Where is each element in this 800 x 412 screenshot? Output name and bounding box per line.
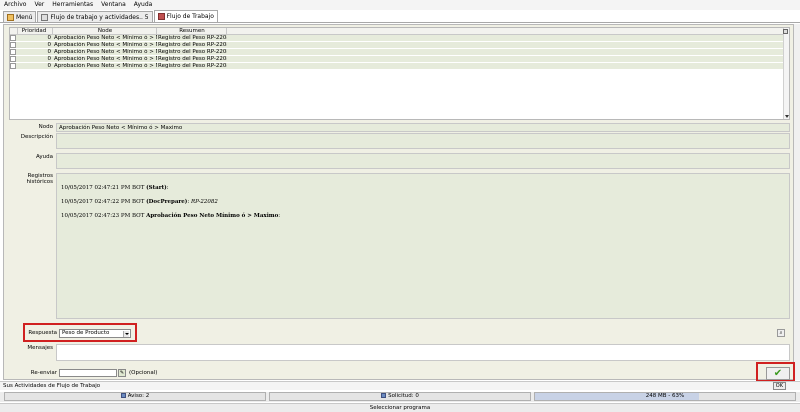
mensajes-field[interactable] [56, 344, 790, 361]
cell-node: Aprobación Peso Neto < Mínimo ó > Maximo [54, 35, 157, 41]
respuesta-value: Peso de Producto [62, 330, 110, 336]
reenviar-field[interactable] [59, 369, 117, 377]
program-status: Seleccionar programa [0, 403, 800, 412]
tab-flujo-actividades-label: Flujo de trabajo y actividades.. 5 [50, 13, 149, 21]
tab-flujo-actividades[interactable]: Flujo de trabajo y actividades.. 5 [37, 11, 153, 22]
cell-node: Aprobación Peso Neto < Mínimo ó > Maximo [54, 42, 157, 48]
tab-strip: Menú Flujo de trabajo y actividades.. 5 … [0, 10, 800, 23]
tab-flujo-trabajo[interactable]: Flujo de Trabajo [153, 10, 218, 22]
history-entry: 10/05/2017 02:47:21 PM BOT (Start): [61, 185, 169, 191]
window-scrollbar[interactable] [794, 24, 800, 380]
column-resumen[interactable]: Resumen [157, 28, 227, 34]
respuesta-label: Respuesta [28, 330, 57, 336]
row-checkbox[interactable] [10, 56, 16, 62]
table-row[interactable]: 0 Aprobación Peso Neto < Mínimo ó > Maxi… [10, 35, 789, 42]
historicos-label: Registros históricos [26, 173, 53, 185]
tab-menu[interactable]: Menú [3, 11, 37, 22]
history-entry: 10/05/2017 02:47:22 PM BOT (DocPrepare):… [61, 199, 218, 205]
checkmark-icon: ✔ [773, 367, 783, 379]
status-bar: Aviso: 2 Solicitud: 0 248 MB - 63% [0, 392, 800, 402]
menu-archivo[interactable]: Archivo [4, 0, 26, 10]
tab-flujo-trabajo-label: Flujo de Trabajo [166, 13, 214, 20]
chevron-down-icon[interactable] [123, 331, 129, 337]
solicitud-text: Solicitud: 0 [388, 393, 419, 399]
history-entry: 10/05/2017 02:47:23 PM BOT Aprobación Pe… [61, 213, 281, 219]
history-log: 10/05/2017 02:47:21 PM BOT (Start): 10/0… [56, 173, 790, 319]
nodo-label: Nodo [38, 124, 53, 130]
respuesta-select[interactable]: Peso de Producto [59, 329, 131, 338]
workflow-panel: Prioridad Node Resumen 0 Aprobación Peso… [3, 24, 795, 382]
ayuda-field [56, 153, 790, 169]
menu-ventana[interactable]: Ventana [101, 0, 126, 10]
cell-node: Aprobación Peso Neto < Mínimo ó > Maximo [54, 63, 157, 69]
descripcion-field [56, 133, 790, 149]
table-menu-icon[interactable] [783, 29, 788, 34]
row-checkbox[interactable] [10, 35, 16, 41]
aviso-text: Aviso: 2 [127, 393, 150, 399]
menu-bar: Archivo Ver Herramientas Ventana Ayuda [0, 0, 800, 10]
table-header: Prioridad Node Resumen [10, 28, 789, 35]
table-row[interactable]: 0 Aprobación Peso Neto < Mínimo ó > Maxi… [10, 42, 789, 49]
request-icon [381, 393, 387, 398]
table-row[interactable]: 0 Aprobación Peso Neto < Mínimo ó > Maxi… [10, 63, 789, 70]
user-search-icon[interactable]: ✎ [118, 369, 126, 377]
column-node[interactable]: Node [53, 28, 157, 34]
menu-ver[interactable]: Ver [34, 0, 44, 10]
table-row[interactable]: 0 Aprobación Peso Neto < Mínimo ó > Maxi… [10, 49, 789, 56]
solicitud-status[interactable]: Solicitud: 0 [269, 392, 531, 401]
cell-prioridad: 0 [47, 42, 52, 48]
tab-menu-label: Menú [16, 13, 33, 21]
status-ok-button[interactable]: OK [772, 382, 786, 390]
memory-text: 248 MB - 63% [645, 393, 685, 399]
cell-prioridad: 0 [47, 49, 52, 55]
cell-prioridad: 0 [47, 63, 52, 69]
reenviar-label: Re-enviar [30, 370, 57, 376]
home-icon [7, 13, 14, 21]
cell-resumen: Registro del Peso RP-22081: [158, 42, 227, 48]
cell-resumen: Registro del Peso RP-22082: [158, 56, 227, 62]
cell-resumen: Registro del Peso RP-22082: [158, 63, 227, 69]
ok-button[interactable]: ✔ [766, 367, 790, 380]
row-checkbox[interactable] [10, 63, 16, 69]
menu-herramientas[interactable]: Herramientas [52, 0, 93, 10]
status-line: Sus Actividades de Flujo de Trabajo [0, 381, 800, 390]
cell-node: Aprobación Peso Neto < Mínimo ó > Maximo [54, 49, 157, 55]
mensajes-label: Mensajes [27, 345, 53, 351]
row-checkbox[interactable] [10, 42, 16, 48]
menu-ayuda[interactable]: Ayuda [134, 0, 153, 10]
aviso-status[interactable]: Aviso: 2 [4, 392, 266, 401]
row-checkbox[interactable] [10, 49, 16, 55]
cell-prioridad: 0 [47, 35, 52, 41]
nodo-field: Aprobación Peso Neto < Mínimo ó > Maximo [56, 123, 790, 132]
descripcion-label: Descripción [20, 134, 53, 140]
activities-table: Prioridad Node Resumen 0 Aprobación Peso… [9, 27, 790, 120]
notice-icon [120, 393, 126, 398]
table-row[interactable]: 0 Aprobación Peso Neto < Mínimo ó > Maxi… [10, 56, 789, 63]
table-scrollbar[interactable] [783, 28, 789, 119]
cell-resumen: Registro del Peso RP-22080: [158, 35, 227, 41]
cell-resumen: Registro del Peso RP-22083: [158, 49, 227, 55]
zoom-icon[interactable]: ⌕ [777, 329, 785, 337]
opcional-label: (Opcional) [129, 370, 158, 376]
workflow-icon [157, 13, 165, 20]
window-icon [41, 13, 49, 21]
column-prioridad[interactable]: Prioridad [18, 28, 53, 34]
memory-status[interactable]: 248 MB - 63% [534, 392, 796, 401]
ayuda-label: Ayuda [36, 154, 53, 160]
cell-node: Aprobación Peso Neto < Mínimo ó > Maximo [54, 56, 157, 62]
scroll-down-icon[interactable] [785, 115, 789, 118]
cell-prioridad: 0 [47, 56, 52, 62]
